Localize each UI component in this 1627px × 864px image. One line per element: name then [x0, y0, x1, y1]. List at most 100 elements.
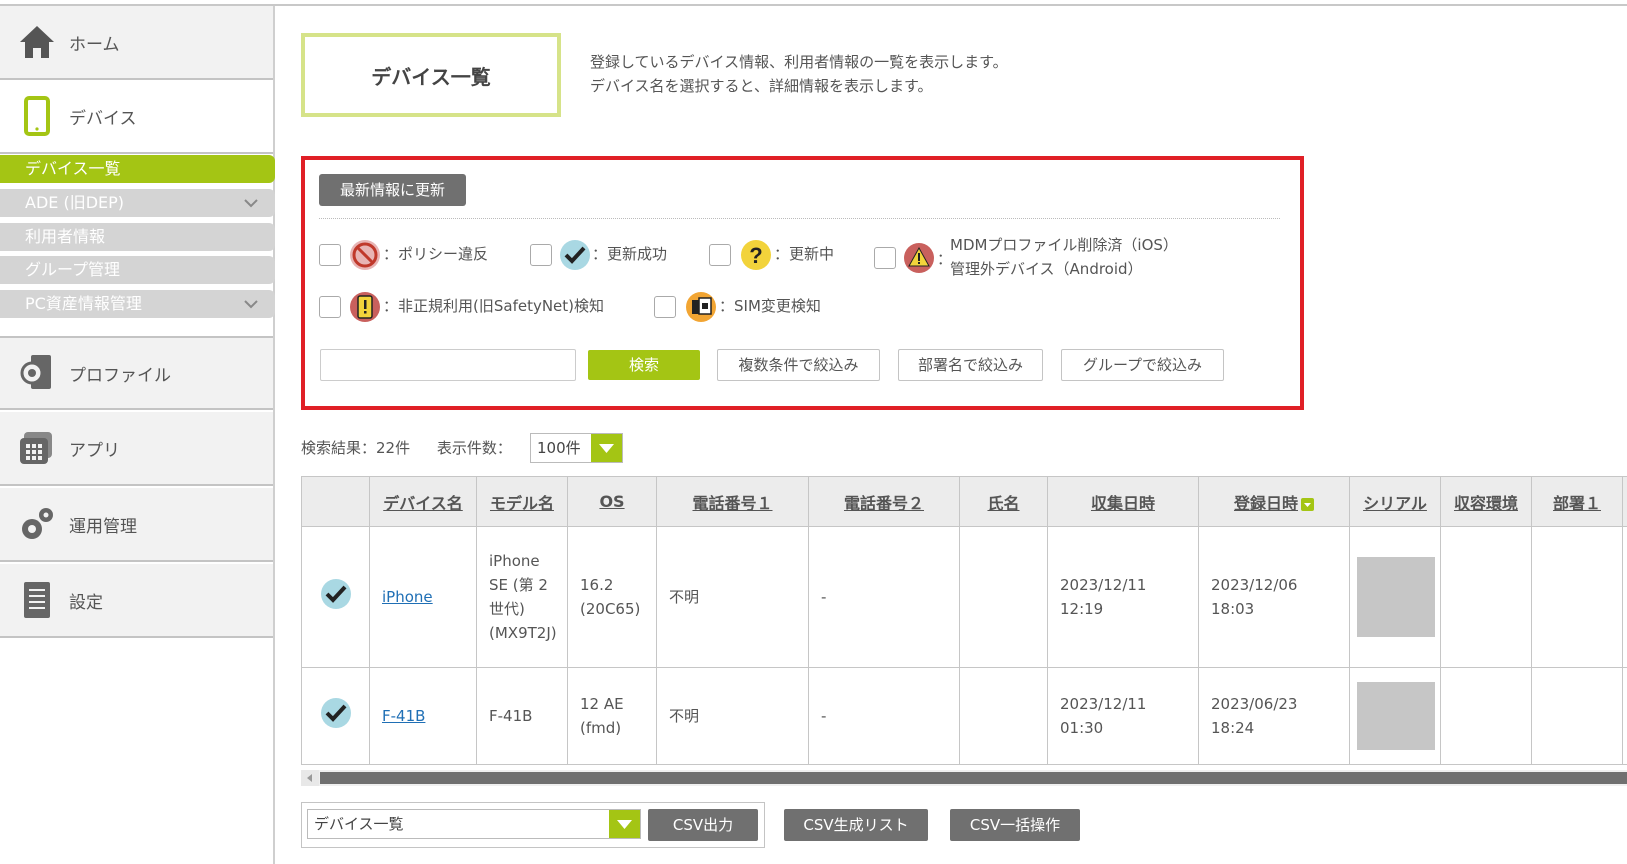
csv-bulk-operation-button[interactable]: CSV一括操作 — [950, 809, 1080, 841]
column-header-model[interactable]: モデル名 — [476, 476, 568, 527]
sidebar-item-pc-assets-label: PC資産情報管理 — [25, 294, 142, 313]
overflow-cell — [1622, 667, 1627, 765]
device-name-link[interactable]: iPhone — [382, 588, 433, 606]
policy-violation-label: ：ポリシー違反 — [383, 245, 489, 263]
nav-ops-label: 運用管理 — [69, 516, 137, 537]
per-page-label: 表示件数： — [436, 439, 512, 457]
sidebar-item-pc-assets[interactable]: PC資産情報管理 — [0, 290, 275, 318]
question-icon: ? — [741, 240, 771, 270]
sort-desc-icon — [1301, 497, 1314, 511]
result-count-text: 検索結果：22件 — [301, 439, 411, 457]
search-button[interactable]: 検索 — [588, 350, 700, 380]
sidebar-item-device-list[interactable]: デバイス一覧 — [0, 155, 275, 183]
device-name-cell: F-41B — [369, 667, 477, 765]
sidebar-item-ade[interactable]: ADE (旧DEP) — [0, 189, 275, 217]
mdm-removed-checkbox[interactable] — [874, 247, 896, 269]
chevron-down-icon — [244, 199, 258, 208]
phone2-cell: - — [808, 667, 960, 765]
status-cell — [301, 667, 370, 765]
warning-icon — [904, 243, 934, 273]
environment-cell — [1440, 526, 1532, 668]
update-success-checkbox[interactable] — [530, 244, 552, 266]
description-line-1: 登録しているデバイス情報、利用者情報の一覧を表示します。 — [590, 53, 1008, 71]
os-cell: 12 AE (fmd) — [567, 667, 657, 765]
update-success-label: ：更新成功 — [592, 245, 668, 263]
mdm-removed-ios-label: MDMプロファイル削除済（iOS） — [950, 236, 1178, 254]
policy-violation-checkbox[interactable] — [319, 244, 341, 266]
collected-cell: 2023/12/11 01:30 — [1047, 667, 1199, 765]
unauthorized-use-checkbox[interactable] — [319, 296, 341, 318]
csv-output-button[interactable]: CSV出力 — [648, 809, 758, 841]
phone1-cell: 不明 — [656, 526, 809, 668]
scroll-left-icon[interactable] — [301, 770, 319, 786]
sidebar-item-groups[interactable]: グループ管理 — [0, 256, 275, 284]
nav-home[interactable]: ホーム — [0, 6, 273, 80]
page-description: 登録しているデバイス情報、利用者情報の一覧を表示します。 デバイス名を選択すると… — [590, 50, 1008, 98]
device-name-link[interactable]: F-41B — [382, 707, 425, 725]
registered-cell: 2023/12/06 18:03 — [1198, 526, 1350, 668]
unauthorized-use-label: ：非正規利用(旧SafetyNet)検知 — [383, 297, 605, 315]
overflow-cell — [1622, 526, 1627, 668]
column-header-phone2[interactable]: 電話番号２ — [808, 476, 960, 527]
dropdown-arrow-icon — [591, 434, 622, 462]
gears-icon — [17, 504, 57, 544]
multi-condition-filter-button[interactable]: 複数条件で絞込み — [717, 349, 880, 381]
description-line-2: デバイス名を選択すると、詳細情報を表示します。 — [590, 77, 933, 95]
column-header-name[interactable]: 氏名 — [959, 476, 1048, 527]
department-filter-button[interactable]: 部署名で絞込み — [898, 349, 1043, 381]
updating-checkbox[interactable] — [709, 244, 731, 266]
refresh-button[interactable]: 最新情報に更新 — [319, 174, 466, 206]
column-header-os[interactable]: OS — [567, 476, 657, 527]
table-row: F-41B F-41B 12 AE (fmd) 不明 - 2023/12/11 … — [301, 667, 1627, 765]
device-table: デバイス名 モデル名 OS 電話番号１ 電話番号２ 氏名 収集日時 登録日時 シ… — [301, 476, 1627, 765]
sim-change-checkbox[interactable] — [654, 296, 676, 318]
smartphone-icon — [17, 96, 57, 136]
nav-settings[interactable]: 設定 — [0, 564, 273, 638]
department-cell — [1531, 526, 1623, 668]
os-cell: 16.2 (20C65) — [567, 526, 657, 668]
divider — [319, 218, 1280, 219]
column-header-environment[interactable]: 収容環境 — [1440, 476, 1532, 527]
table-row: iPhone iPhone SE (第 2 世代) (MX9T2J) 16.2 … — [301, 526, 1627, 668]
column-header-registered[interactable]: 登録日時 — [1198, 476, 1350, 527]
serial-cell — [1349, 526, 1441, 668]
environment-cell — [1440, 667, 1532, 765]
department-cell — [1531, 667, 1623, 765]
nav-app[interactable]: アプリ — [0, 412, 273, 486]
nav-profile[interactable]: プロファイル — [0, 336, 273, 410]
sim-change-label: ：SIM変更検知 — [719, 297, 821, 315]
column-header-collected[interactable]: 収集日時 — [1047, 476, 1199, 527]
collected-cell: 2023/12/11 12:19 — [1047, 526, 1199, 668]
column-header-serial[interactable]: シリアル — [1349, 476, 1441, 527]
horizontal-scrollbar[interactable] — [301, 770, 1627, 786]
nav-home-label: ホーム — [69, 34, 120, 55]
sidebar-item-ade-label: ADE (旧DEP) — [25, 193, 125, 212]
nav-ops[interactable]: 運用管理 — [0, 488, 273, 562]
sim-card-icon — [686, 292, 716, 322]
svg-text:?: ? — [749, 243, 762, 268]
csv-generated-list-button[interactable]: CSV生成リスト — [784, 809, 928, 841]
scrollbar-thumb[interactable] — [320, 772, 1627, 784]
export-type-select[interactable]: デバイス一覧 — [307, 809, 641, 839]
serial-redacted-image — [1357, 682, 1435, 750]
export-type-value: デバイス一覧 — [314, 815, 404, 833]
serial-cell — [1349, 667, 1441, 765]
group-filter-button[interactable]: グループで絞込み — [1061, 349, 1224, 381]
nav-profile-label: プロファイル — [69, 365, 171, 386]
per-page-value: 100件 — [537, 439, 581, 457]
search-input[interactable] — [320, 349, 576, 381]
column-header-phone1[interactable]: 電話番号１ — [656, 476, 809, 527]
column-header-status — [301, 476, 370, 527]
model-cell: iPhone SE (第 2 世代) (MX9T2J) — [476, 526, 568, 668]
column-header-department1[interactable]: 部署１ — [1531, 476, 1623, 527]
sidebar-item-users[interactable]: 利用者情報 — [0, 223, 275, 251]
column-header-device-name[interactable]: デバイス名 — [369, 476, 477, 527]
model-cell: F-41B — [476, 667, 568, 765]
nav-app-label: アプリ — [69, 440, 120, 461]
home-icon — [17, 22, 57, 62]
per-page-select[interactable]: 100件 — [530, 433, 623, 463]
nav-device[interactable]: デバイス — [0, 80, 273, 154]
profile-gear-icon — [17, 353, 57, 393]
prohibited-icon — [350, 240, 380, 270]
alert-device-icon — [350, 292, 380, 322]
